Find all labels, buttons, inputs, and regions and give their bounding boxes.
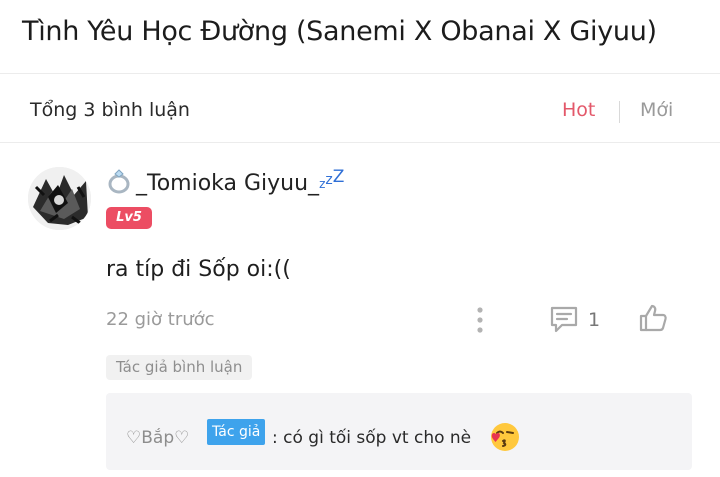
comment-username[interactable]: _Tomioka Giyuu_zzZ <box>106 167 345 196</box>
comment-count-label: Tổng 3 bình luận <box>30 99 190 121</box>
reply-text: : có gì tối sốp vt cho nè <box>272 428 472 448</box>
kissing-face-icon <box>491 423 519 451</box>
username-text: _Tomioka Giyuu_ <box>136 171 320 196</box>
comment-body: ra típ đi Sốp oi:(( <box>106 257 291 282</box>
more-vertical-icon[interactable] <box>470 305 490 335</box>
sort-hot-tab[interactable]: Hot <box>562 99 595 121</box>
reply-count: 1 <box>588 309 601 331</box>
comment-time: 22 giờ trước <box>106 309 215 330</box>
avatar-image <box>28 167 91 230</box>
level-badge: Lv5 <box>106 207 152 229</box>
page-title: Tình Yêu Học Đường (Sanemi X Obanai X Gi… <box>22 16 657 47</box>
author-replied-tag: Tác giả bình luận <box>106 355 253 380</box>
comment-bubble-icon[interactable] <box>548 303 580 335</box>
sort-divider <box>619 101 620 123</box>
comments-bar: Tổng 3 bình luận Hot Mới <box>0 75 720 143</box>
author-badge: Tác giả <box>207 419 266 445</box>
reply-author-name[interactable]: ♡Bắp♡ <box>126 428 189 448</box>
title-bar: Tình Yêu Học Đường (Sanemi X Obanai X Gi… <box>0 0 720 74</box>
author-reply[interactable]: ♡Bắp♡ Tác giả : có gì tối sốp vt cho nè <box>106 393 692 470</box>
thumbs-up-icon[interactable] <box>637 302 669 334</box>
ring-icon <box>108 169 130 194</box>
sort-new-tab[interactable]: Mới <box>640 99 673 121</box>
avatar[interactable] <box>28 167 91 230</box>
sleep-zzz: zzZ <box>319 167 345 191</box>
